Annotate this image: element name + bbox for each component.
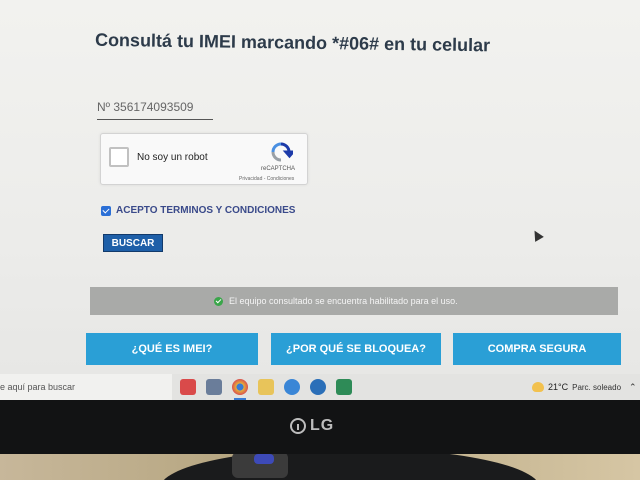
terms-row: ACEPTO TERMINOS Y CONDICIONES [101, 205, 295, 216]
recaptcha-brand: reCAPTCHA [261, 166, 296, 172]
why-blocked-button[interactable]: ¿POR QUÉ SE BLOQUEA? [271, 333, 441, 365]
taskbar: e aquí para buscar 21°C Parc. soleado ⌃ [0, 374, 640, 400]
weather-temp[interactable]: 21°C [548, 382, 568, 392]
recaptcha-checkbox[interactable] [109, 147, 129, 167]
status-banner: El equipo consultado se encuentra habili… [90, 287, 618, 315]
app-red-icon[interactable] [180, 379, 196, 395]
calculator-icon[interactable] [206, 379, 222, 395]
smartwatch [232, 452, 288, 478]
recaptcha-icon [271, 142, 293, 162]
chrome-icon[interactable] [232, 379, 248, 400]
page-title: Consultá tu IMEI marcando *#06# en tu ce… [94, 29, 491, 56]
weather-icon[interactable] [532, 382, 544, 392]
taskbar-apps [172, 379, 352, 400]
check-circle-icon [214, 296, 223, 306]
folder-icon[interactable] [258, 379, 274, 395]
monitor: Consultá tu IMEI marcando *#06# en tu ce… [0, 0, 640, 454]
recaptcha-links[interactable]: Privacidad - Condiciones [239, 176, 294, 182]
status-message: El equipo consultado se encuentra habili… [229, 296, 458, 306]
imei-input[interactable]: Nº 356174093509 [97, 100, 213, 120]
lg-logo-icon [290, 418, 306, 434]
monitor-brand: LG [310, 417, 335, 434]
what-is-imei-button[interactable]: ¿QUÉ ES IMEI? [86, 333, 258, 365]
taskbar-search[interactable]: e aquí para buscar [0, 374, 172, 400]
recaptcha-widget: No soy un robot reCAPTCHA Privacidad - C… [100, 133, 308, 185]
cloud-icon[interactable] [310, 379, 326, 395]
recaptcha-label: No soy un robot [137, 152, 208, 163]
monitor-logo: LG [290, 416, 390, 436]
clock-icon[interactable] [284, 379, 300, 395]
terms-checkbox[interactable] [101, 205, 111, 216]
system-tray: 21°C Parc. soleado ⌃ [532, 374, 637, 400]
screen: Consultá tu IMEI marcando *#06# en tu ce… [0, 0, 640, 400]
mouse-cursor-icon [530, 228, 544, 242]
excel-icon[interactable] [336, 379, 352, 395]
terms-label[interactable]: ACEPTO TERMINOS Y CONDICIONES [116, 205, 295, 216]
safe-purchase-button[interactable]: COMPRA SEGURA [453, 333, 621, 365]
chevron-up-icon[interactable]: ⌃ [629, 382, 637, 393]
weather-desc[interactable]: Parc. soleado [572, 383, 621, 392]
search-button[interactable]: BUSCAR [103, 234, 163, 252]
